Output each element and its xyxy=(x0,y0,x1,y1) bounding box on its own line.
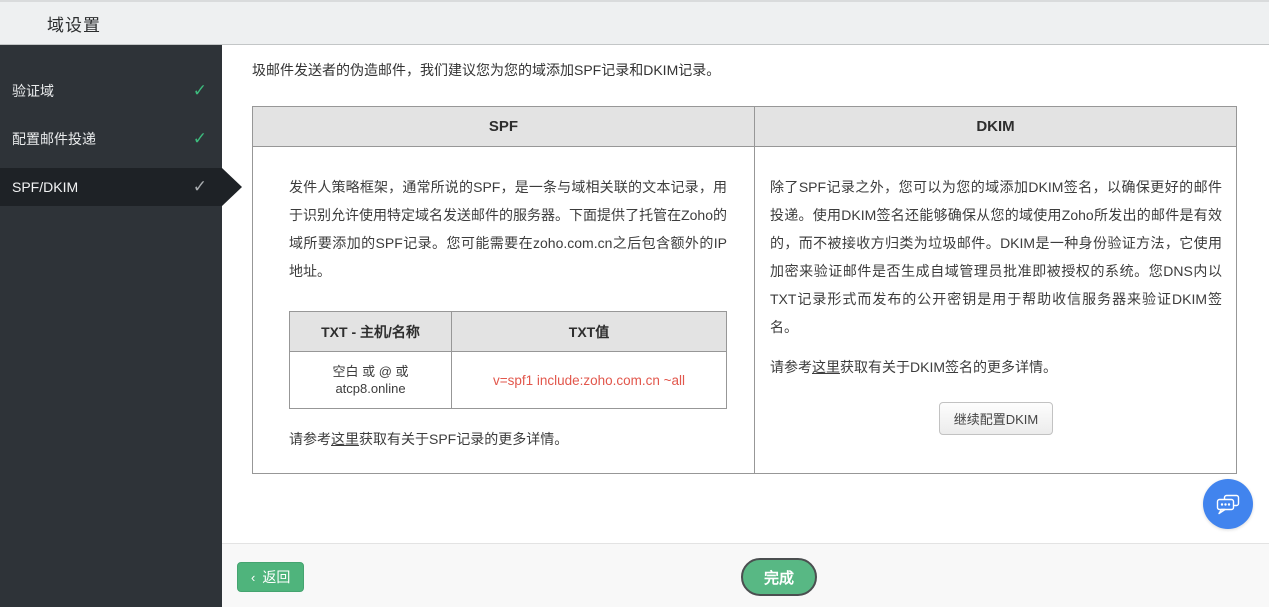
configure-dkim-button[interactable]: 继续配置DKIM xyxy=(939,402,1054,435)
spf-record-table: TXT - 主机/名称 TXT值 空白 或 @ 或 atcp8.online v… xyxy=(289,311,727,409)
spf-here-link[interactable]: 这里 xyxy=(331,431,359,447)
check-icon: ✓ xyxy=(193,81,207,101)
header-bar: 域设置 xyxy=(0,0,1269,45)
dkim-more-info-line: 请参考这里获取有关于DKIM签名的更多详情。 xyxy=(770,357,1222,377)
dkim-more-suffix: 获取有关于DKIM签名的更多详情。 xyxy=(840,359,1057,375)
chevron-left-icon: ‹ xyxy=(251,571,255,584)
record-host-cell: 空白 或 @ 或 atcp8.online xyxy=(290,352,452,408)
page-title: 域设置 xyxy=(47,11,101,36)
back-button-label: 返回 xyxy=(262,567,290,587)
footer-bar: ‹ 返回 完成 xyxy=(222,543,1269,607)
sidebar: 验证域 ✓ 配置邮件投递 ✓ SPF/DKIM ✓ xyxy=(0,45,222,607)
sidebar-item-spf-dkim[interactable]: SPF/DKIM ✓ xyxy=(0,168,222,206)
dkim-description: 除了SPF记录之外，您可以为您的域添加DKIM签名，以确保更好的邮件投递。使用D… xyxy=(770,173,1222,341)
dkim-here-link[interactable]: 这里 xyxy=(812,359,840,375)
done-button[interactable]: 完成 xyxy=(741,558,817,596)
spf-txt-value: v=spf1 include:zoho.com.cn ~all xyxy=(493,372,685,389)
dkim-column-header: DKIM xyxy=(755,107,1236,147)
dkim-button-row: 继续配置DKIM xyxy=(770,402,1222,435)
record-host-header: TXT - 主机/名称 xyxy=(290,312,452,352)
back-button[interactable]: ‹ 返回 xyxy=(237,562,304,592)
main-content: 圾邮件发送者的伪造邮件，我们建议您为您的域添加SPF记录和DKIM记录。 SPF… xyxy=(222,45,1269,543)
check-icon: ✓ xyxy=(193,177,207,197)
sidebar-item-label: 验证域 xyxy=(12,81,54,101)
spf-more-prefix: 请参考 xyxy=(289,431,331,447)
spf-cell: 发件人策略框架，通常所说的SPF，是一条与域相关联的文本记录，用于识别允许使用特… xyxy=(253,147,755,473)
record-value-header: TXT值 xyxy=(452,312,726,352)
record-host-line1: 空白 或 @ 或 xyxy=(332,363,408,380)
sidebar-item-label: SPF/DKIM xyxy=(12,179,78,195)
sidebar-item-mail-delivery[interactable]: 配置邮件投递 ✓ xyxy=(0,115,222,163)
chat-support-button[interactable] xyxy=(1203,479,1253,529)
sidebar-item-label: 配置邮件投递 xyxy=(12,129,96,149)
chat-bubbles-icon xyxy=(1215,492,1242,517)
spf-column-header: SPF xyxy=(253,107,755,147)
sidebar-item-verify-domain[interactable]: 验证域 ✓ xyxy=(0,67,222,115)
spf-more-info-line: 请参考这里获取有关于SPF记录的更多详情。 xyxy=(289,429,727,449)
dkim-more-prefix: 请参考 xyxy=(770,359,812,375)
record-host-line2: atcp8.online xyxy=(335,380,405,397)
spf-dkim-table: SPF DKIM 发件人策略框架，通常所说的SPF，是一条与域相关联的文本记录，… xyxy=(252,106,1237,474)
spf-more-suffix: 获取有关于SPF记录的更多详情。 xyxy=(359,431,568,447)
record-value-cell: v=spf1 include:zoho.com.cn ~all xyxy=(452,352,726,408)
intro-text: 圾邮件发送者的伪造邮件，我们建议您为您的域添加SPF记录和DKIM记录。 xyxy=(252,59,1269,81)
check-icon: ✓ xyxy=(193,129,207,149)
spf-description: 发件人策略框架，通常所说的SPF，是一条与域相关联的文本记录，用于识别允许使用特… xyxy=(289,173,727,285)
dkim-cell: 除了SPF记录之外，您可以为您的域添加DKIM签名，以确保更好的邮件投递。使用D… xyxy=(755,147,1236,473)
